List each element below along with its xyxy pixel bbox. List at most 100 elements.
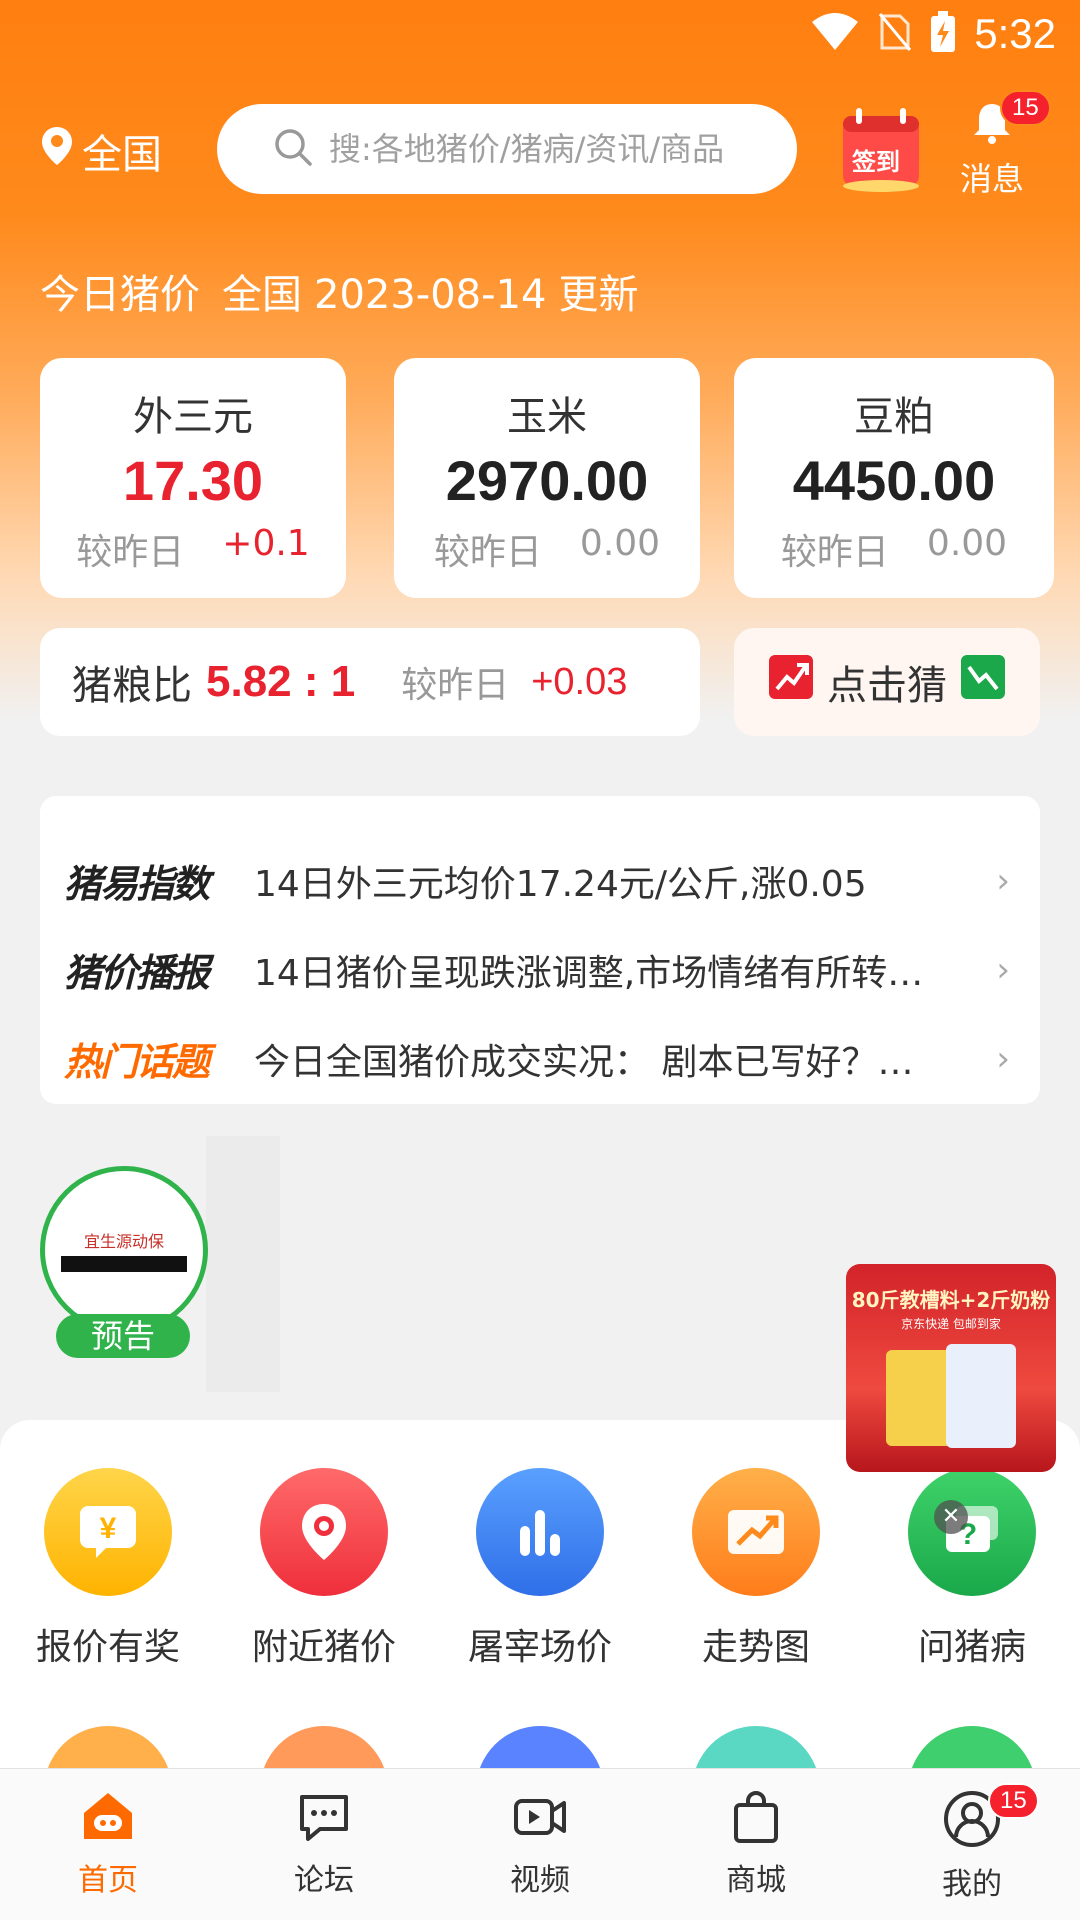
- menu-item-trend-chart[interactable]: 走势图: [666, 1468, 846, 1670]
- tab-label: 我的: [942, 1867, 1002, 1902]
- shopping-bag-icon: [728, 1791, 784, 1849]
- trend-up-icon: [692, 1468, 820, 1596]
- search-input[interactable]: [329, 130, 789, 168]
- user-icon: [942, 1791, 1002, 1853]
- home-pig-icon: [80, 1793, 136, 1849]
- live-divider: [206, 1136, 280, 1392]
- bottom-tab-bar: 首页 论坛 视频 商城 15 我的: [0, 1768, 1080, 1920]
- message-label: 消息: [959, 160, 1024, 198]
- today-suffix: 更新: [558, 272, 639, 318]
- price-value: 4450.00: [792, 449, 996, 512]
- tab-forum[interactable]: 论坛: [244, 1789, 404, 1899]
- news-item[interactable]: 猪价播报 14日猪价呈现跌涨调整,市场情绪有所转… ›: [40, 925, 1040, 1014]
- menu-item-nearby-price[interactable]: 附近猪价: [234, 1468, 414, 1670]
- ratio-label: 猪粮比: [72, 663, 192, 709]
- today-region: 全国: [222, 272, 302, 318]
- svg-text:¥: ¥: [100, 1512, 117, 1545]
- price-compare-label: 较昨日: [433, 532, 542, 573]
- price-delta: 0.00: [579, 523, 661, 564]
- trend-up-red-icon: [769, 655, 813, 709]
- wifi-icon: [810, 12, 860, 56]
- signin-button[interactable]: 签到: [840, 106, 922, 192]
- news-tag: 猪易指数: [64, 862, 210, 906]
- battery-charging-icon: [930, 11, 956, 57]
- message-badge: 15: [1000, 90, 1051, 126]
- feature-menu: ¥ 报价有奖 附近猪价 屠宰场价 走势图 ? 问猪病: [0, 1420, 1080, 1854]
- search-bar[interactable]: [217, 104, 797, 194]
- status-bar: 5:32: [0, 0, 1080, 76]
- menu-item-ask-disease[interactable]: ? 问猪病: [882, 1468, 1062, 1670]
- status-time: 5:32: [974, 10, 1056, 57]
- chevron-right-icon: ›: [996, 860, 1010, 901]
- tab-mine[interactable]: 15 我的: [892, 1783, 1052, 1903]
- tab-label: 首页: [78, 1863, 138, 1898]
- news-text: 14日外三元均价17.24元/公斤,涨0.05: [254, 863, 867, 905]
- news-tag: 猪价播报: [64, 951, 210, 995]
- ratio-value: 5.82 : 1: [206, 657, 356, 706]
- price-compare-label: 较昨日: [76, 532, 185, 573]
- today-price-header: 今日猪价 全国 2023-08-14 更新: [40, 262, 660, 320]
- live-avatar: 宜生源动保: [40, 1166, 208, 1334]
- menu-item-slaughter-price[interactable]: 屠宰场价: [450, 1468, 630, 1670]
- sponsor-logo-text: 宜生源动保: [83, 1232, 164, 1251]
- tab-label: 视频: [510, 1863, 570, 1898]
- menu-label: 屠宰场价: [467, 1627, 612, 1668]
- live-preview-tag: 预告: [56, 1314, 190, 1358]
- guess-label: 点击猜: [827, 663, 947, 709]
- tab-label: 论坛: [294, 1863, 354, 1898]
- product-image: [946, 1344, 1016, 1448]
- chat-bubble-icon: [296, 1795, 352, 1849]
- news-text: 14日猪价呈现跌涨调整,市场情绪有所转…: [254, 952, 924, 994]
- news-item[interactable]: 猪易指数 14日外三元均价17.24元/公斤,涨0.05 ›: [40, 836, 1040, 925]
- ratio-delta: +0.03: [531, 660, 628, 703]
- tab-home[interactable]: 首页: [28, 1789, 188, 1899]
- messages-button[interactable]: 15 消息: [952, 90, 1051, 200]
- no-sim-icon: [878, 12, 912, 56]
- close-icon[interactable]: ✕: [934, 1500, 968, 1534]
- tab-video[interactable]: 视频: [460, 1789, 620, 1899]
- ad-subtitle: 京东快递 包邮到家: [901, 1317, 1001, 1331]
- sponsor-logo: 宜生源动保: [59, 1210, 189, 1290]
- bell-icon: [970, 104, 1014, 148]
- yuan-chat-icon: ¥: [44, 1468, 172, 1596]
- signin-label: 签到: [852, 148, 900, 176]
- location-label: 全国: [82, 132, 162, 178]
- menu-label: 附近猪价: [251, 1627, 396, 1668]
- news-card: 猪易指数 14日外三元均价17.24元/公斤,涨0.05 › 猪价播报 14日猪…: [40, 796, 1040, 1104]
- guess-button[interactable]: 点击猜: [734, 628, 1040, 736]
- location-selector[interactable]: 全国: [40, 122, 162, 180]
- tab-mall[interactable]: 商城: [676, 1789, 836, 1899]
- price-value: 2970.00: [445, 449, 649, 512]
- question-chat-icon: ?: [908, 1468, 1036, 1596]
- menu-label: 报价有奖: [35, 1627, 180, 1668]
- price-compare-label: 较昨日: [780, 532, 889, 573]
- price-value: 17.30: [122, 449, 264, 512]
- tab-label: 商城: [726, 1863, 786, 1898]
- price-card-soymeal[interactable]: 豆粕 4450.00 较昨日 0.00: [734, 358, 1054, 598]
- bar-chart-icon: [476, 1468, 604, 1596]
- video-icon: [512, 1799, 568, 1849]
- menu-item-quote-reward[interactable]: ¥ 报价有奖: [18, 1468, 198, 1670]
- today-title: 今日猪价: [40, 272, 200, 318]
- price-name: 外三元: [133, 394, 253, 440]
- price-card-corn[interactable]: 玉米 2970.00 较昨日 0.00: [394, 358, 700, 598]
- trend-down-green-icon: [961, 655, 1005, 709]
- pig-grain-ratio-card[interactable]: 猪粮比 5.82 : 1 较昨日 +0.03: [40, 628, 700, 736]
- ratio-compare-label: 较昨日: [401, 665, 510, 706]
- price-delta: +0.1: [222, 523, 310, 564]
- price-delta: 0.00: [926, 523, 1008, 564]
- location-pin-icon: [40, 125, 82, 177]
- menu-label: 走势图: [701, 1627, 810, 1668]
- price-card-waisanyuan[interactable]: 外三元 17.30 较昨日 +0.1: [40, 358, 346, 598]
- floating-ad[interactable]: 80斤教槽料+2斤奶粉 京东快递 包邮到家: [846, 1264, 1056, 1472]
- location-pin-icon: [260, 1468, 388, 1596]
- price-name: 玉米: [507, 394, 587, 440]
- chevron-right-icon: ›: [996, 949, 1010, 990]
- news-text: 今日全国猪价成交实况： 剧本已写好？…: [254, 1041, 914, 1083]
- news-item[interactable]: 热门话题 今日全国猪价成交实况： 剧本已写好？… ›: [40, 1014, 1040, 1103]
- tab-badge: 15: [988, 1783, 1039, 1819]
- chevron-right-icon: ›: [996, 1038, 1010, 1079]
- menu-label: 问猪病: [917, 1627, 1026, 1668]
- live-preview[interactable]: 宜生源动保 预告: [40, 1166, 208, 1358]
- search-icon: [273, 127, 313, 171]
